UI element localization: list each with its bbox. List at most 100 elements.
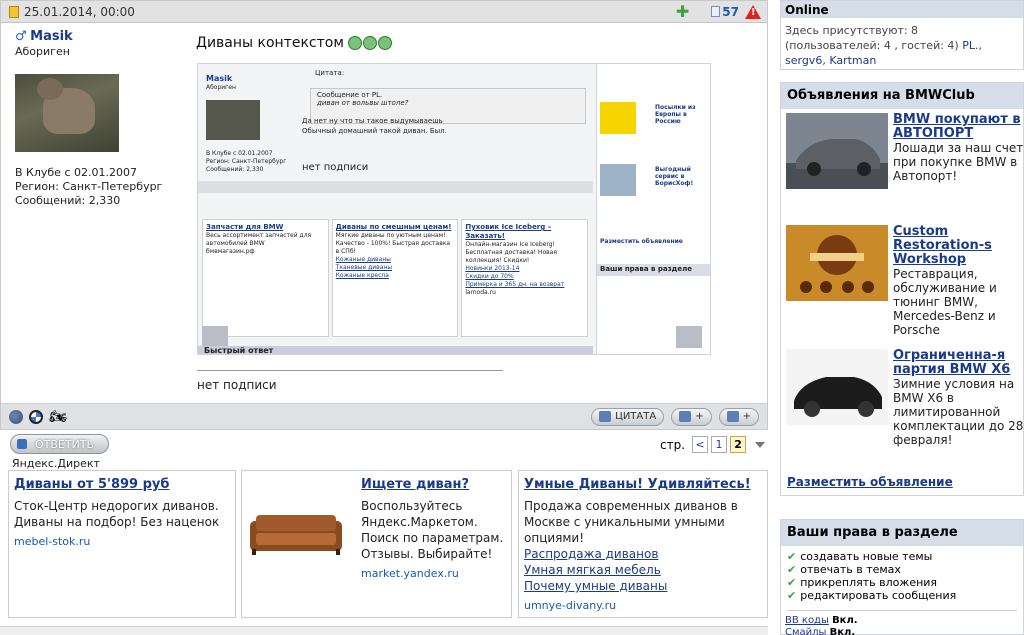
rights-panel: Ваши права в разделе ✔ создавать новые те…: [780, 519, 1024, 635]
announcements-title: Объявления на BMWClub: [781, 83, 1023, 109]
quote-icon: [599, 411, 612, 422]
quote-button[interactable]: ЦИТАТА: [591, 407, 665, 426]
shot-no-signature: нет подписи: [302, 162, 369, 173]
shot-rank: Абориген: [206, 84, 236, 91]
announcement-text: Реставрация, обслуживание и тюнинг BMW, …: [893, 267, 997, 337]
reply-button[interactable]: ОТВЕТИТЬ: [10, 434, 109, 454]
ad-block: Умные Диваны! Удивляйтесь! Продажа совре…: [518, 470, 768, 618]
post-header: 25.01.2014, 00:00 ✚ 57 !: [1, 1, 767, 23]
pager-dropdown-icon[interactable]: [755, 441, 766, 448]
add-reputation-icon[interactable]: ✚: [676, 3, 689, 20]
online-details: (пользователей: 4 , гостей: 4): [785, 39, 959, 52]
shot-ad-text: Онлайн-магазин Ice Iceberg! Бесплатная д…: [465, 241, 557, 264]
ad-block: Ищете диван? Воспользуйтесь Яндекс.Марке…: [241, 470, 512, 618]
right-item-label: редактировать сообщения: [800, 589, 957, 602]
embedded-screenshot[interactable]: Masik Абориген В Клубе с 02.01.2007 Реги…: [197, 63, 711, 355]
offline-status-icon: [9, 409, 23, 424]
online-user[interactable]: PL.: [962, 39, 978, 52]
user-info: ♂ Masik Абориген В Клубе с 02.01.2007 Ре…: [15, 29, 185, 208]
announcements-panel: Объявления на BMWClub BMW покупают в АВТ…: [780, 82, 1024, 496]
workshop-logo-image[interactable]: [786, 225, 888, 301]
report-mark: !: [751, 6, 756, 18]
shot-sidebar-item: Выгодный сервис в БорисХоф!: [655, 166, 694, 187]
announcement-item[interactable]: BMW покупают в АВТОПОРТ Лошади за наш сч…: [786, 113, 1024, 218]
post-footer: 🏍 ЦИТАТА + +: [1, 403, 767, 429]
check-icon: ✔: [787, 550, 797, 563]
pager-prev[interactable]: <: [692, 436, 709, 453]
shot-ad: Пуховик Ice Iceberg – Заказать! Онлайн-м…: [461, 219, 589, 337]
bmw-logo-icon: [29, 409, 43, 424]
ad-title-link[interactable]: Диваны от 5'899 руб: [14, 477, 170, 492]
shot-username: Masik: [206, 74, 233, 83]
post-date: 25.01.2014, 00:00: [24, 4, 135, 19]
right-item-label: отвечать в темах: [800, 563, 901, 576]
rights-title: Ваши права в разделе: [781, 520, 1023, 546]
announcement-text: Лошади за наш счет при покупке BMW в Авт…: [893, 141, 1024, 183]
right-item: ✔ редактировать сообщения: [787, 589, 1017, 602]
shot-ad-text: Мягкие диваны по уютным ценам! Качество …: [335, 232, 451, 255]
ad-domain[interactable]: umnye-divany.ru: [524, 598, 762, 614]
thanks-button[interactable]: +: [718, 407, 759, 426]
shot-sidebar-image: [600, 164, 636, 196]
smiles-link[interactable]: Смайлы: [785, 627, 826, 635]
online-user[interactable]: Kartman: [829, 54, 876, 67]
right-item-label: создавать новые темы: [800, 550, 933, 563]
shot-quick-reply-bar: Быстрый ответ: [198, 346, 593, 354]
shot-ad-title: Диваны по смешным ценам!: [335, 223, 452, 231]
ad-block: Диваны от 5'899 руб Сток-Центр недорогих…: [8, 470, 236, 618]
shot-ad-title: Пуховик Ice Iceberg – Заказать!: [465, 223, 552, 240]
smiles-value: Вкл.: [829, 627, 856, 635]
post-icon: [9, 5, 19, 18]
check-icon: ✔: [787, 576, 797, 589]
place-ad-link[interactable]: Разместить объявление: [787, 475, 953, 489]
announcement-text: Зимние условия на BMW X6 в лимитированно…: [893, 377, 1024, 447]
shot-ad-text: Весь ассортимент запчастей для автомобил…: [206, 232, 312, 247]
bb-codes-link[interactable]: BB коды: [785, 615, 829, 626]
ad-domain[interactable]: market.yandex.ru: [361, 566, 507, 582]
shot-post-footer: [198, 181, 593, 193]
pager-page-1[interactable]: 1: [711, 436, 728, 453]
ad-sitelink[interactable]: Умная мягкая мебель: [524, 562, 762, 578]
online-user[interactable]: sergv6: [785, 54, 822, 67]
multiquote-button[interactable]: +: [671, 407, 712, 426]
ad-domain[interactable]: mebel-stok.ru: [14, 534, 230, 550]
quick-reply-strip: [0, 626, 768, 635]
bmw-x6-image[interactable]: [786, 349, 888, 425]
smileys-icon: [347, 36, 392, 50]
pagination: стр. < 1 2: [660, 436, 766, 453]
username-link[interactable]: Masik: [30, 29, 73, 44]
cat-figure: [37, 78, 95, 134]
announcement-title[interactable]: BMW покупают в АВТОПОРТ: [893, 113, 1024, 141]
right-item-label: прикреплять вложения: [800, 576, 938, 589]
ad-title-link[interactable]: Ищете диван?: [361, 477, 469, 492]
announcement-item[interactable]: Custom Restoration-s Workshop Реставраци…: [786, 225, 1024, 337]
shot-text-1: Да нет ну что ты такое выдумываешь: [302, 117, 443, 125]
right-item: ✔ создавать новые темы: [787, 550, 1017, 563]
signature-divider: [197, 370, 503, 371]
online-title: Online: [781, 1, 1023, 18]
announcement-title[interactable]: Custom Restoration-s Workshop: [893, 225, 1024, 267]
shot-rights-header: Ваши права в разделе: [597, 264, 710, 276]
shot-post-area: Masik Абориген В Клубе с 02.01.2007 Реги…: [198, 64, 593, 354]
avatar[interactable]: [15, 74, 119, 152]
shot-sidebar: Посылки из Европы в Россию Выгодный серв…: [596, 64, 710, 354]
sofa-image[interactable]: [248, 511, 344, 557]
ad-sitelink[interactable]: Распродажа диванов: [524, 546, 762, 562]
right-item: ✔ прикреплять вложения: [787, 576, 1017, 589]
report-post-icon[interactable]: !: [745, 4, 761, 19]
announcement-item[interactable]: Ограниченна-я партия BMW X6 Зимние услов…: [786, 349, 1024, 454]
pager-page-2[interactable]: 2: [730, 436, 747, 453]
online-present: Здесь присутствуют: 8: [785, 24, 919, 37]
shot-ad-domain: lamoda.ru: [465, 289, 496, 296]
shot-sidebar-item: Посылки из Европы в Россию: [655, 104, 696, 125]
yandex-direct-label: Яндекс.Директ: [12, 457, 100, 470]
ad-title-link[interactable]: Умные Диваны! Удивляйтесь!: [524, 477, 751, 492]
bmw-car-image[interactable]: [786, 113, 888, 189]
post-number-link[interactable]: 57: [711, 5, 739, 19]
shot-ad: Запчасти для BMW Весь ассортимент запчас…: [202, 219, 329, 337]
ad-sitelink[interactable]: Почему умные диваны: [524, 578, 762, 594]
ad-body: Продажа современных диванов в Москве с у…: [524, 499, 738, 545]
announcement-title[interactable]: Ограниченна-я партия BMW X6: [893, 349, 1024, 377]
check-icon: ✔: [787, 589, 797, 602]
user-joined: В Клубе с 02.01.2007: [15, 166, 137, 179]
